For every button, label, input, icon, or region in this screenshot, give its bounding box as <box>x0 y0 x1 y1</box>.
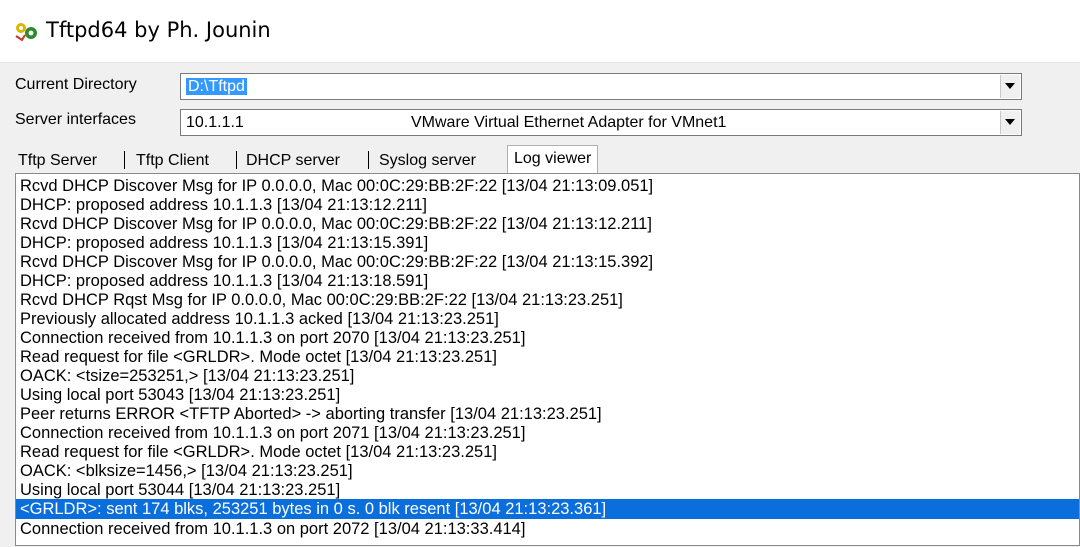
current-directory-value: D:\Tftpd <box>186 78 247 95</box>
chevron-down-icon <box>1005 119 1015 125</box>
log-line[interactable]: Connection received from 10.1.1.3 on por… <box>20 423 525 443</box>
server-interfaces-combo[interactable]: 10.1.1.1 VMware Virtual Ethernet Adapter… <box>180 109 1022 136</box>
tab-separator <box>236 151 237 169</box>
log-line[interactable]: Read request for file <GRLDR>. Mode octe… <box>20 347 497 367</box>
server-interface-ip: 10.1.1.1 <box>186 114 244 131</box>
tab-separator <box>124 151 125 169</box>
log-line[interactable]: OACK: <blksize=1456,> [13/04 21:13:23.25… <box>20 461 353 481</box>
main-panel: Current Directory D:\Tftpd Server interf… <box>0 63 1080 547</box>
log-viewer-list[interactable]: Rcvd DHCP Discover Msg for IP 0.0.0.0, M… <box>15 173 1080 546</box>
log-line[interactable]: Using local port 53044 [13/04 21:13:23.2… <box>20 480 340 500</box>
log-line[interactable]: Connection received from 10.1.1.3 on por… <box>20 519 525 539</box>
tab-tftp-client[interactable]: Tftp Client <box>130 149 215 172</box>
tab-log-viewer[interactable]: Log viewer <box>507 145 599 173</box>
log-line[interactable]: Previously allocated address 10.1.1.3 ac… <box>20 309 499 329</box>
server-interfaces-dropdown-button[interactable] <box>1000 111 1020 134</box>
server-interface-adapter: VMware Virtual Ethernet Adapter for VMne… <box>411 114 727 131</box>
log-line[interactable]: Rcvd DHCP Rqst Msg for IP 0.0.0.0, Mac 0… <box>20 290 623 310</box>
log-line-selected[interactable]: <GRLDR>: sent 174 blks, 253251 bytes in … <box>16 499 1079 519</box>
tab-tftp-server[interactable]: Tftp Server <box>12 149 103 172</box>
tab-syslog-server[interactable]: Syslog server <box>373 149 482 172</box>
chevron-down-icon <box>1005 83 1015 89</box>
current-directory-dropdown-button[interactable] <box>1000 75 1020 98</box>
log-line[interactable]: Rcvd DHCP Discover Msg for IP 0.0.0.0, M… <box>20 252 653 272</box>
log-line[interactable]: Peer returns ERROR <TFTP Aborted> -> abo… <box>20 404 602 424</box>
window-title: Tftpd64 by Ph. Jounin <box>46 18 271 42</box>
log-line[interactable]: Rcvd DHCP Discover Msg for IP 0.0.0.0, M… <box>20 176 653 196</box>
log-line[interactable]: OACK: <tsize=253251,> [13/04 21:13:23.25… <box>20 366 354 386</box>
tftpd-app-icon <box>15 23 37 42</box>
log-line[interactable]: Connection received from 10.1.1.3 on por… <box>20 328 525 348</box>
title-bar: Tftpd64 by Ph. Jounin <box>0 0 1080 63</box>
current-directory-label: Current Directory <box>15 76 137 93</box>
server-interfaces-label: Server interfaces <box>15 111 136 128</box>
tab-separator <box>368 151 369 169</box>
current-directory-combo[interactable]: D:\Tftpd <box>180 73 1022 100</box>
tab-dhcp-server[interactable]: DHCP server <box>240 149 346 172</box>
log-line[interactable]: Rcvd DHCP Discover Msg for IP 0.0.0.0, M… <box>20 214 652 234</box>
log-line[interactable]: Read request for file <GRLDR>. Mode octe… <box>20 442 497 462</box>
log-line[interactable]: DHCP: proposed address 10.1.1.3 [13/04 2… <box>20 195 427 215</box>
log-line[interactable]: Using local port 53043 [13/04 21:13:23.2… <box>20 385 340 405</box>
log-line[interactable]: DHCP: proposed address 10.1.1.3 [13/04 2… <box>20 233 428 253</box>
log-line[interactable]: DHCP: proposed address 10.1.1.3 [13/04 2… <box>20 271 428 291</box>
